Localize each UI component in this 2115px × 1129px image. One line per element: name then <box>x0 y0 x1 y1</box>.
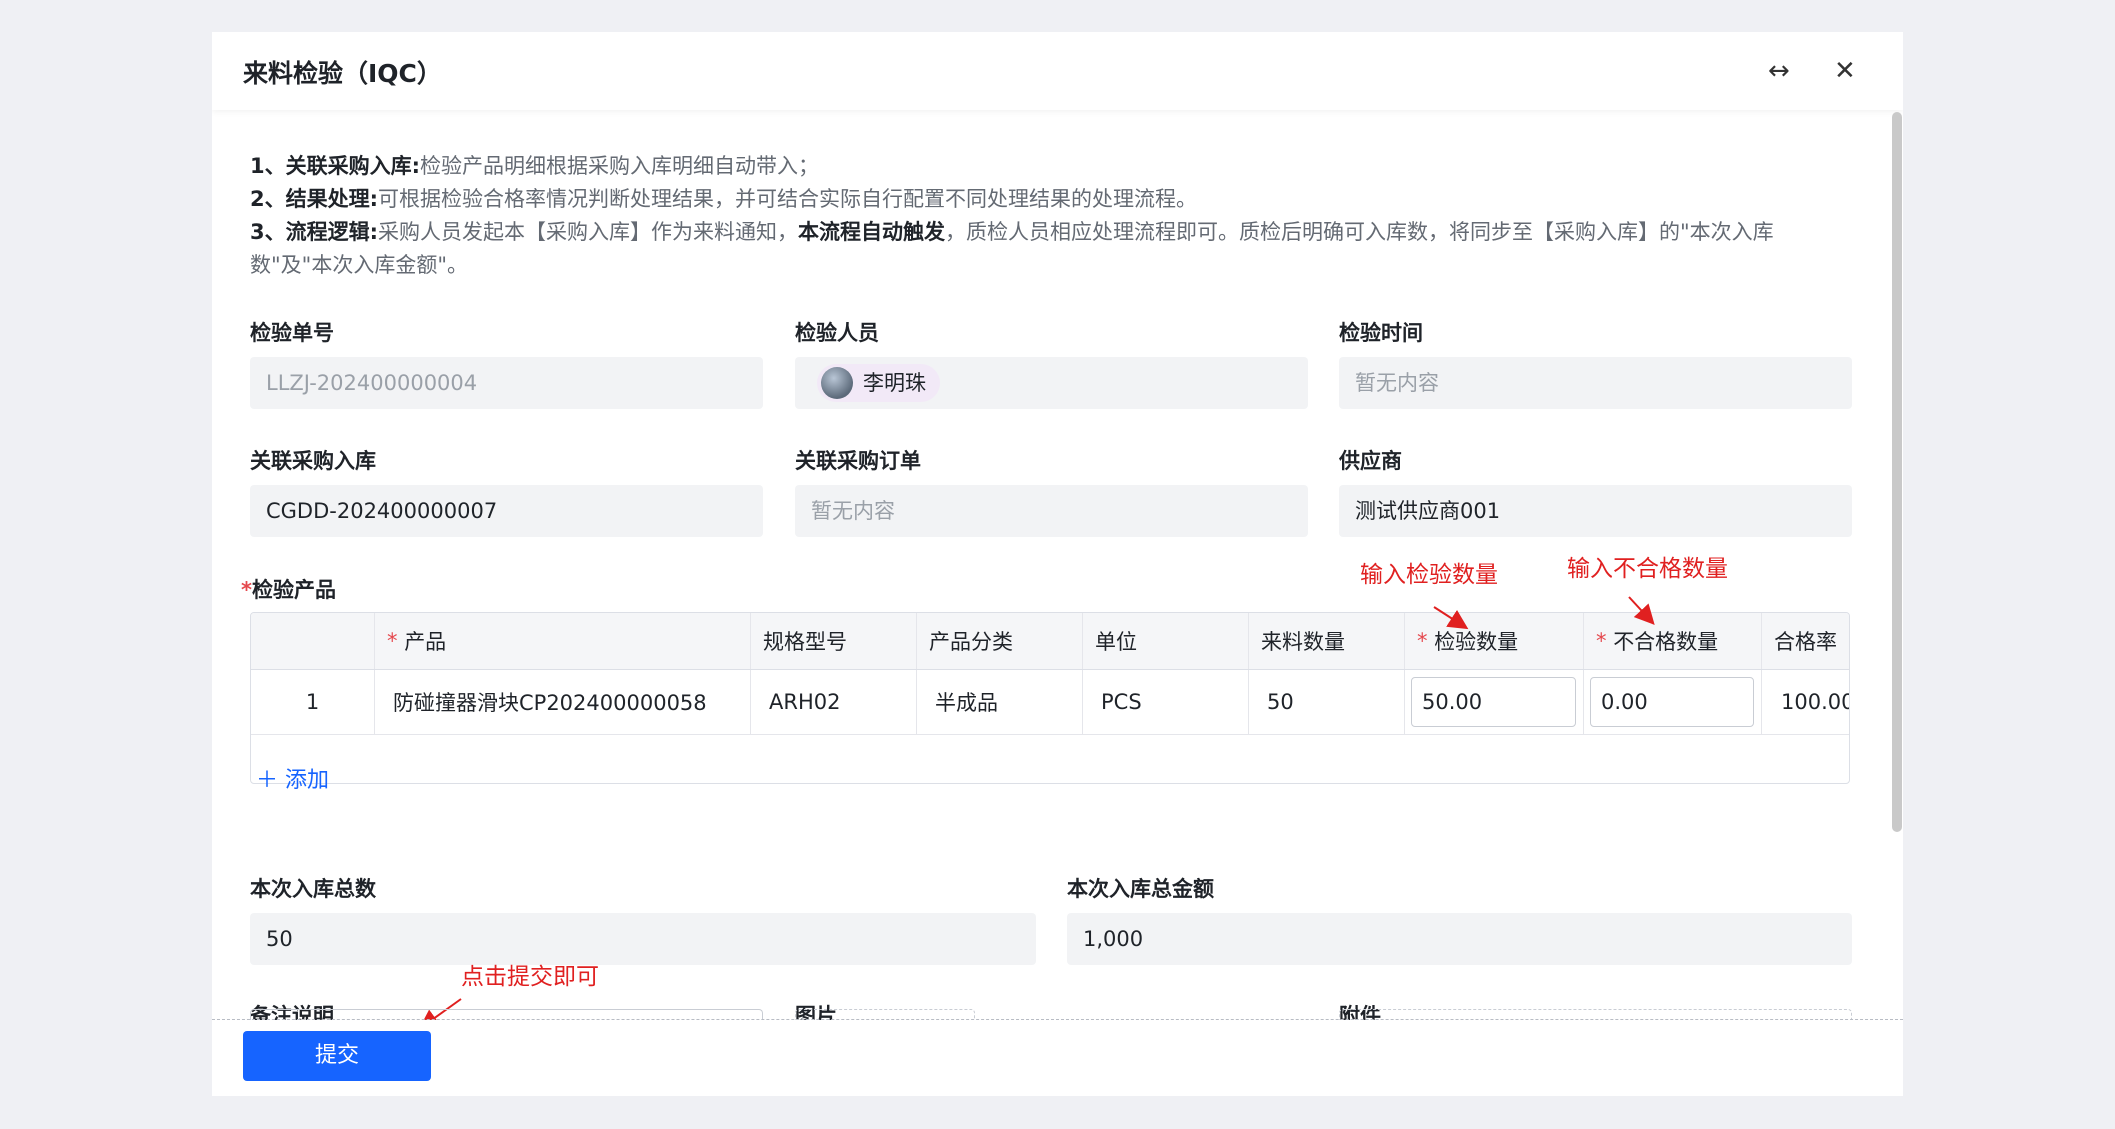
submit-button[interactable]: 提交 <box>243 1031 431 1081</box>
add-product-button[interactable]: ＋ 添加 <box>256 762 329 794</box>
products-table: * 产品 规格型号 产品分类 单位 来料数量 * 检验数量 * 不合格数量 合格… <box>250 612 1850 784</box>
linked-inbound-label: 关联采购入库 <box>250 449 376 473</box>
dialog-footer: 提交 <box>212 1020 1903 1096</box>
total-amount-label: 本次入库总金额 <box>1067 877 1214 901</box>
col-inspect-qty: * 检验数量 <box>1405 613 1584 669</box>
supplier-field[interactable]: 测试供应商001 <box>1339 485 1852 537</box>
col-category: 产品分类 <box>917 613 1083 669</box>
annotation-inspect-qty: 输入检验数量 <box>1360 562 1498 588</box>
linked-order-label: 关联采购订单 <box>795 449 921 473</box>
table-row: 1 防碰撞器滑块CP202400000058 ARH02 半成品 PCS 50 … <box>251 670 1849 735</box>
instruction-line-3: 3、流程逻辑:采购人员发起本【采购入库】作为来料通知，本流程自动触发，质检人员相… <box>250 220 1774 277</box>
row-index: 1 <box>251 670 375 734</box>
col-index <box>251 613 375 669</box>
col-incoming-qty: 来料数量 <box>1249 613 1405 669</box>
inspector-label: 检验人员 <box>795 321 879 345</box>
linked-inbound-field[interactable]: CGDD-202400000007 <box>250 485 763 537</box>
row-product[interactable]: 防碰撞器滑块CP202400000058 <box>375 670 751 734</box>
supplier-label: 供应商 <box>1339 449 1402 473</box>
col-product: * 产品 <box>375 613 751 669</box>
dialog-header: 来料检验（IQC） ↔ ✕ <box>212 32 1903 110</box>
row-inspect-qty-cell: 50.00 <box>1405 670 1584 734</box>
inspection-time-label: 检验时间 <box>1339 321 1423 345</box>
col-pass-rate: 合格率 <box>1774 630 1837 654</box>
col-unit: 单位 <box>1083 613 1249 669</box>
table-header: * 产品 规格型号 产品分类 单位 来料数量 * 检验数量 * 不合格数量 合格… <box>251 613 1849 670</box>
expand-icon[interactable]: ↔ <box>1768 56 1790 86</box>
inspect-qty-input[interactable]: 50.00 <box>1411 677 1576 727</box>
defect-qty-input[interactable]: 0.00 <box>1590 677 1754 727</box>
total-count-label: 本次入库总数 <box>250 877 376 901</box>
total-amount-field: 1,000 <box>1067 913 1852 965</box>
instruction-line-1: 1、关联采购入库:检验产品明细根据采购入库明细自动带入； <box>250 154 820 178</box>
row-unit: PCS <box>1083 670 1249 734</box>
avatar <box>821 367 853 399</box>
col-spec: 规格型号 <box>751 613 917 669</box>
inspector-field[interactable]: 李明珠 <box>795 357 1308 409</box>
iqc-dialog: 来料检验（IQC） ↔ ✕ 1、关联采购入库:检验产品明细根据采购入库明细自动带… <box>212 32 1903 1096</box>
dialog-title: 来料检验（IQC） <box>243 59 442 88</box>
row-category: 半成品 <box>917 670 1083 734</box>
inspection-time-field[interactable]: 暂无内容 <box>1339 357 1852 409</box>
inspection-no-label: 检验单号 <box>250 321 334 345</box>
instructions: 1、关联采购入库:检验产品明细根据采购入库明细自动带入； 2、结果处理:可根据检… <box>250 150 1850 282</box>
row-incoming-qty: 50 <box>1249 670 1405 734</box>
close-icon[interactable]: ✕ <box>1834 56 1856 86</box>
inspector-chip[interactable]: 李明珠 <box>817 364 940 402</box>
col-defect-qty: * 不合格数量 <box>1584 613 1762 669</box>
linked-order-field[interactable]: 暂无内容 <box>795 485 1308 537</box>
inspection-no-field: LLZJ-202400000004 <box>250 357 763 409</box>
row-spec: ARH02 <box>751 670 917 734</box>
scrollbar[interactable] <box>1892 112 1902 832</box>
row-defect-qty-cell: 0.00 <box>1584 670 1762 734</box>
annotation-defect-qty: 输入不合格数量 <box>1567 556 1728 582</box>
row-pass-rate: 100.00% <box>1781 690 1849 714</box>
total-count-field: 50 <box>250 913 1036 965</box>
annotation-submit: 点击提交即可 <box>461 964 599 990</box>
products-label: *检验产品 <box>241 578 336 602</box>
instruction-line-2: 2、结果处理:可根据检验合格率情况判断处理结果，并可结合实际自行配置不同处理结果… <box>250 187 1198 211</box>
